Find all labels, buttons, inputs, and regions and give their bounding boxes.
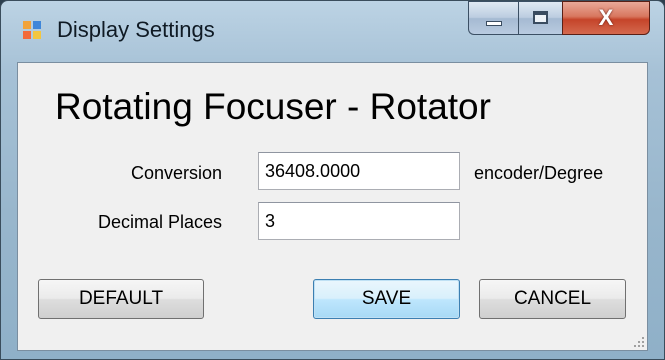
caption-buttons: X	[468, 1, 658, 37]
cancel-button[interactable]: CANCEL	[479, 279, 626, 319]
maximize-button[interactable]	[518, 1, 562, 35]
minimize-button[interactable]	[468, 1, 518, 35]
form-heading: Rotating Focuser - Rotator	[55, 86, 491, 127]
close-button[interactable]: X	[562, 1, 650, 35]
windows-form-icon	[23, 21, 43, 41]
conversion-unit-label: encoder/Degree	[474, 163, 604, 183]
default-button[interactable]: DEFAULT	[38, 279, 204, 319]
resize-grip-icon[interactable]	[630, 333, 644, 347]
conversion-input[interactable]	[258, 152, 460, 190]
window-title: Display Settings	[57, 17, 215, 42]
title-bar[interactable]: Display Settings X	[1, 1, 664, 61]
close-icon: X	[598, 5, 614, 30]
display-settings-window: Display Settings X Rotating Focuser - Ro…	[0, 0, 665, 360]
dialog-client-area: Rotating Focuser - Rotator Conversion en…	[17, 62, 648, 351]
decimal-places-label: Decimal Places	[97, 212, 222, 232]
save-button[interactable]: SAVE	[313, 279, 460, 319]
decimal-places-input[interactable]	[258, 202, 460, 240]
conversion-label: Conversion	[130, 163, 222, 183]
